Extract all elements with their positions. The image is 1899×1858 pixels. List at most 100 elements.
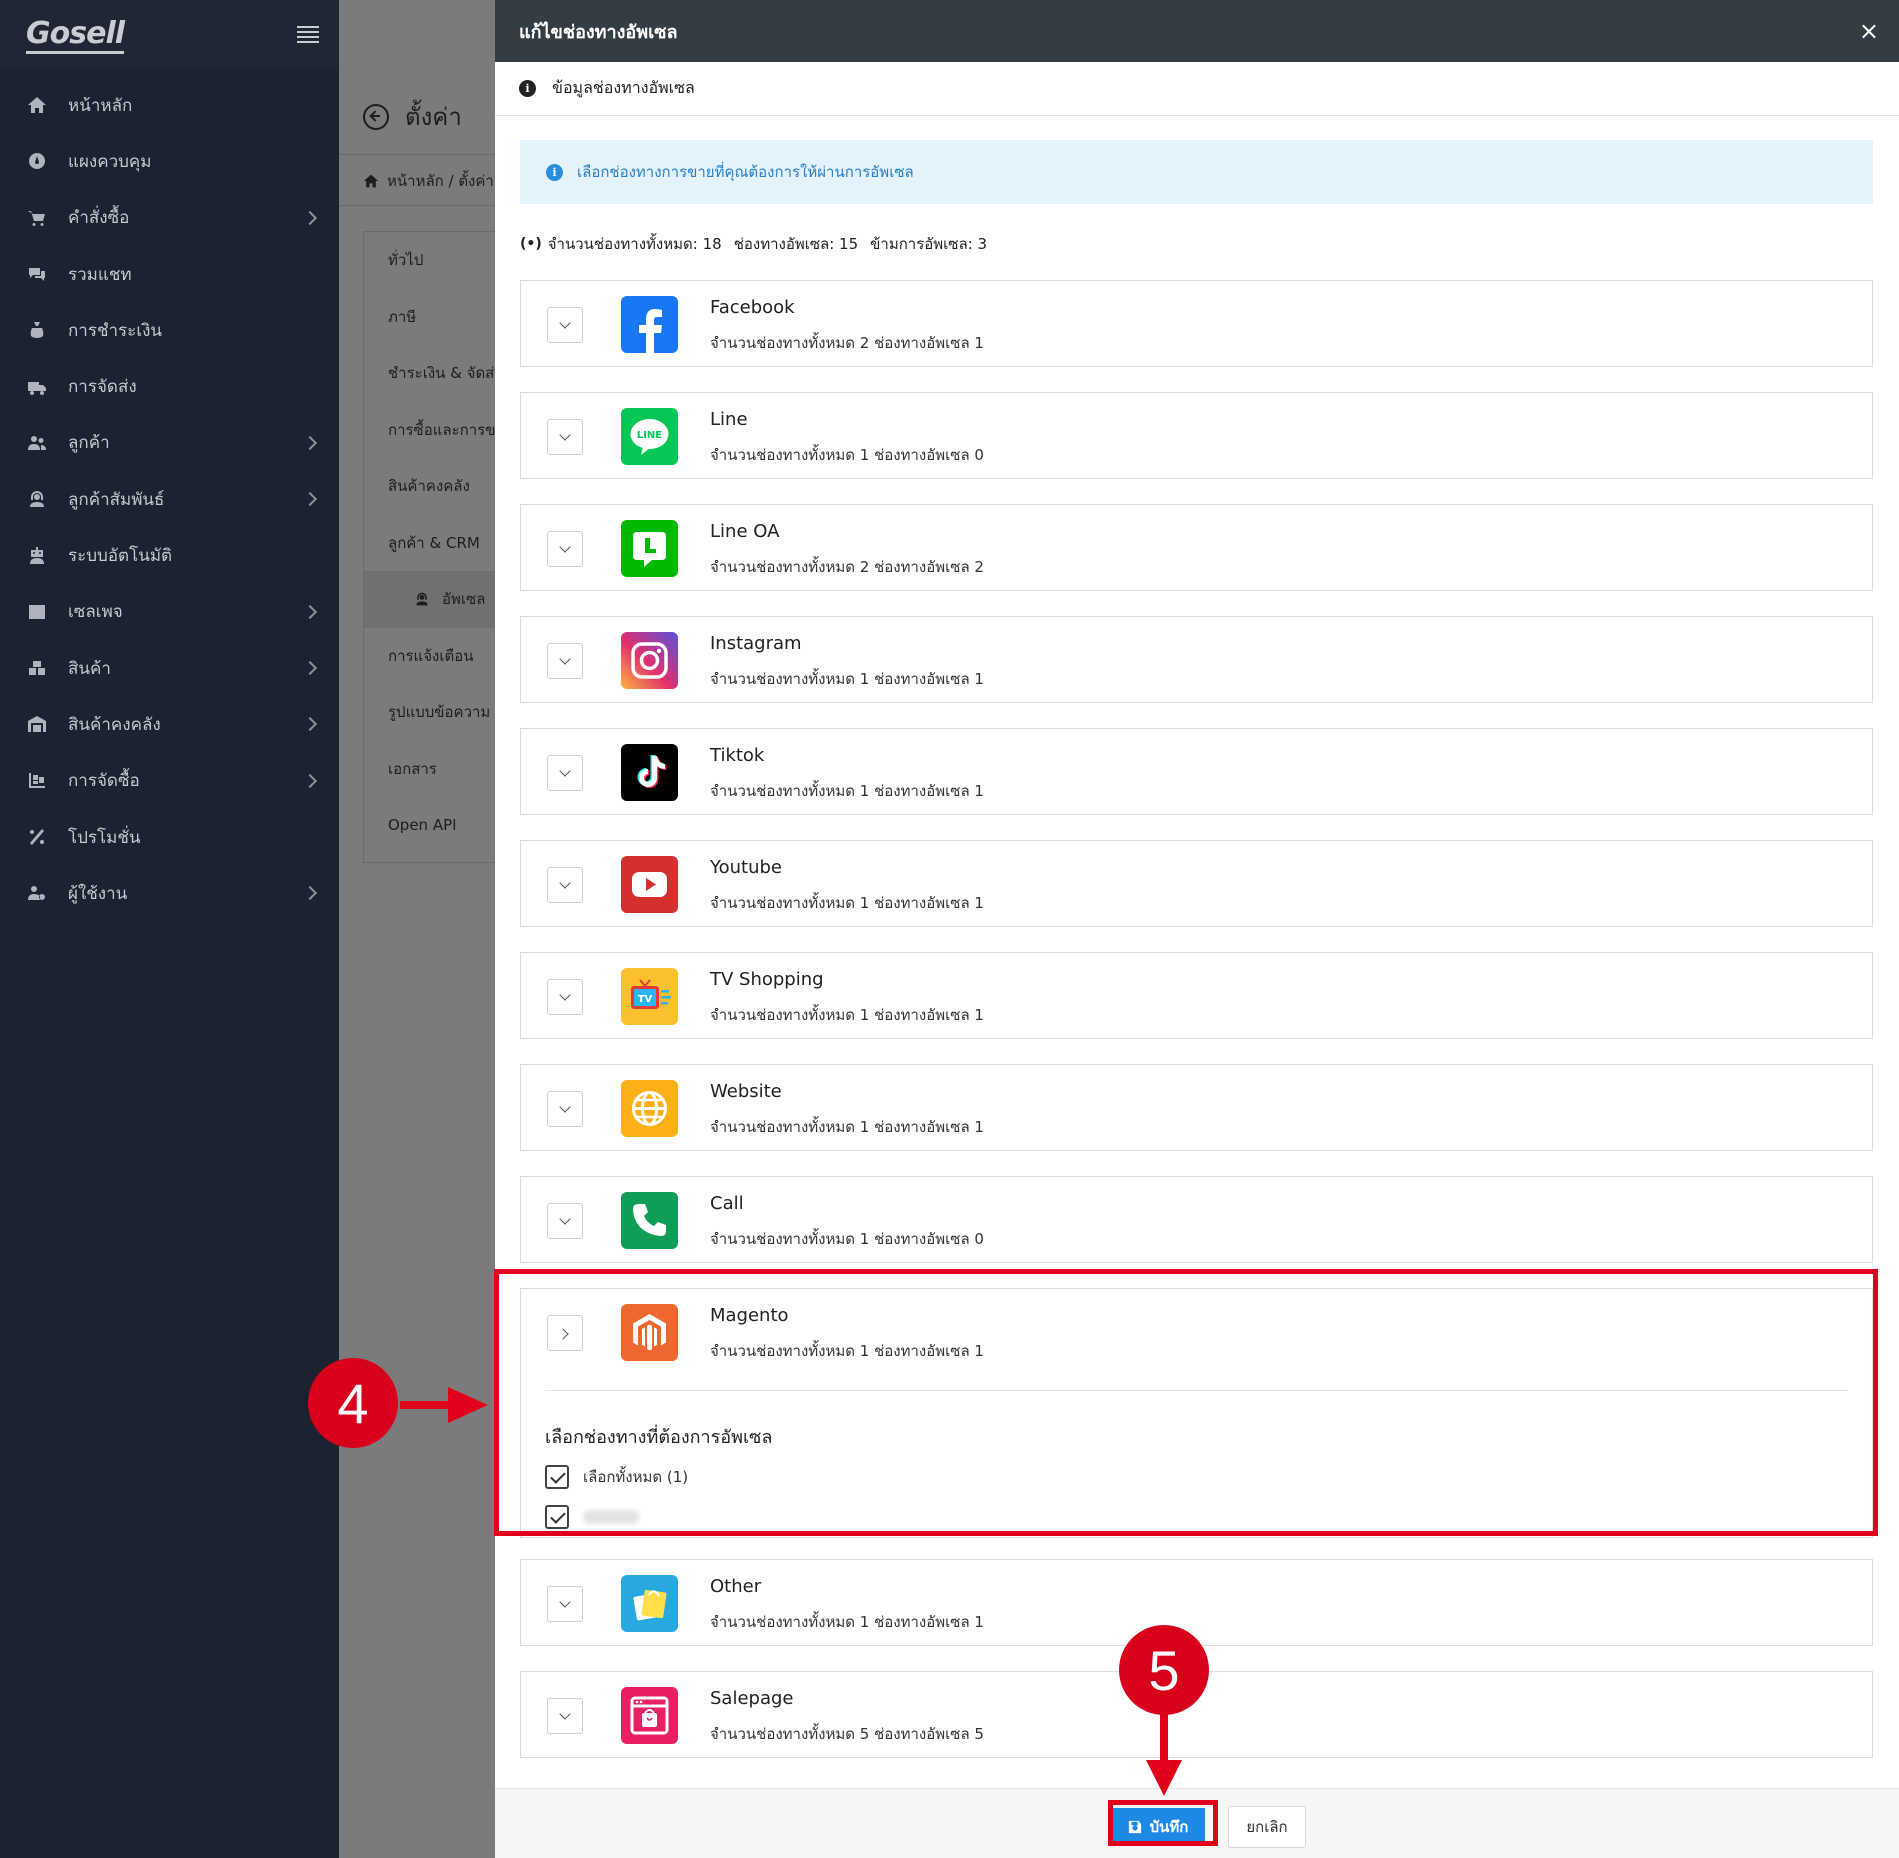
sidebar-item-4[interactable]: การชำระเงิน [0, 302, 339, 358]
channel-card: Youtube จำนวนช่องทางทั้งหมด 1 ช่องทางอัพเ… [520, 840, 1873, 927]
chevron-down-icon[interactable] [547, 755, 583, 791]
floppy-disk-icon [1128, 1820, 1141, 1834]
facebook-icon [621, 296, 678, 353]
home-icon [26, 94, 48, 116]
settings-header: ตั้งค่า [363, 97, 462, 136]
other-shop-icon [621, 1575, 678, 1632]
sidebar-item-9[interactable]: เซลเพจ [0, 584, 339, 640]
sidebar-item-label: แผงควบคุม [68, 151, 152, 172]
settings-item-10[interactable]: Open API [364, 797, 503, 854]
sidebar-item-12[interactable]: การจัดซื้อ [0, 753, 339, 809]
settings-item-6[interactable]: อัพเซล [364, 571, 503, 628]
modal-title: แก้ไขช่องทางอัพเซล [519, 21, 678, 43]
chevron-down-icon[interactable] [547, 979, 583, 1015]
channel-name: Tiktok [710, 745, 765, 766]
channel-count: จำนวนช่องทางทั้งหมด 1 ช่องทางอัพเซล 1 [710, 670, 984, 688]
settings-item-5[interactable]: ลูกค้า & CRM [364, 515, 503, 572]
svg-text:TV: TV [638, 994, 653, 1005]
sidebar-item-8[interactable]: ระบบอัตโนมัติ [0, 527, 339, 583]
settings-item-0[interactable]: ทั่วไป [364, 232, 503, 289]
channel-card: LINE Line จำนวนช่องทางทั้งหมด 1 ช่องทางอัพ… [520, 392, 1873, 479]
channel-card: Tiktok จำนวนช่องทางทั้งหมด 1 ช่องทางอัพเซ… [520, 728, 1873, 815]
chevron-down-icon[interactable] [547, 643, 583, 679]
channel-card: Call จำนวนช่องทางทั้งหมด 1 ช่องทางอัพเซล … [520, 1176, 1873, 1263]
robot-icon [26, 545, 48, 567]
chat-icon [26, 263, 48, 285]
percent-icon [26, 826, 48, 848]
sidebar-item-10[interactable]: สินค้า [0, 640, 339, 696]
chevron-down-icon[interactable] [547, 1203, 583, 1239]
chevron-right-icon[interactable] [547, 1315, 583, 1351]
back-arrow-icon[interactable] [363, 103, 389, 130]
close-icon[interactable]: × [1859, 19, 1879, 43]
sidebar-item-label: รวมแชท [68, 264, 132, 285]
line-oa-icon [621, 520, 678, 577]
sidebar-item-1[interactable]: แผงควบคุม [0, 133, 339, 189]
settings-menu: ทั่วไป ภาษี ชำระเงิน & จัดส่ง การซื้อและการ… [363, 231, 503, 863]
sidebar-item-2[interactable]: คำสั่งซื้อ [0, 190, 339, 246]
settings-item-2[interactable]: ชำระเงิน & จัดส่ง [364, 345, 503, 402]
chevron-down-icon[interactable] [547, 531, 583, 567]
settings-title: ตั้งค่า [405, 103, 462, 131]
sidebar-item-14[interactable]: ผู้ใช้งาน [0, 865, 339, 921]
save-button[interactable]: บันทึก [1111, 1808, 1205, 1846]
sidebar-item-label: สินค้าคงคลัง [68, 714, 161, 735]
page-icon [26, 601, 48, 623]
channel-name: Magento [710, 1305, 789, 1326]
channel-name: Line [710, 409, 748, 430]
settings-item-9[interactable]: เอกสาร [364, 741, 503, 798]
channel-card: Magento จำนวนช่องทางทั้งหมด 1 ช่องทางอัพเ… [520, 1288, 1873, 1538]
modal-footer: บันทึก ยกเลิก [495, 1788, 1899, 1858]
sidebar-item-label: การจัดส่ง [68, 377, 137, 398]
hamburger-menu-icon[interactable] [297, 25, 319, 44]
cart-icon [26, 207, 48, 229]
purchase-icon [26, 770, 48, 792]
boxes-icon [26, 657, 48, 679]
settings-item-8[interactable]: รูปแบบข้อความ [364, 684, 503, 741]
salepage-icon [621, 1687, 678, 1744]
settings-item-3[interactable]: การซื้อและการขาย [364, 402, 503, 459]
chevron-down-icon[interactable] [547, 1698, 583, 1734]
money-bag-icon [26, 319, 48, 341]
sidebar-item-label: ผู้ใช้งาน [68, 883, 128, 904]
sidebar-item-0[interactable]: หน้าหลัก [0, 77, 339, 133]
settings-item-7[interactable]: การแจ้งเตือน [364, 628, 503, 685]
cancel-button[interactable]: ยกเลิก [1228, 1806, 1306, 1848]
dashboard-icon [26, 150, 48, 172]
chevron-right-icon [302, 435, 318, 450]
home-icon [363, 174, 379, 188]
chevron-down-icon[interactable] [547, 307, 583, 343]
select-all-checkbox[interactable] [545, 1465, 569, 1489]
sidebar-item-3[interactable]: รวมแชท [0, 246, 339, 302]
settings-item-1[interactable]: ภาษี [364, 289, 503, 346]
info-alert: i เลือกช่องทางการขายที่คุณต้องการให้ผ่าน… [520, 140, 1873, 204]
gosell-logo[interactable]: Gosell [26, 16, 125, 54]
svg-text:LINE: LINE [637, 430, 662, 441]
modal-header: แก้ไขช่องทางอัพเซล × [495, 0, 1899, 62]
sidebar-item-11[interactable]: สินค้าคงคลัง [0, 696, 339, 752]
blurred-store-name [583, 1510, 639, 1524]
channel-name: TV Shopping [710, 969, 824, 990]
breadcrumb: หน้าหลัก / ตั้งค่า [363, 169, 494, 193]
settings-panel: ตั้งค่า หน้าหลัก / ตั้งค่า ทั่วไป ภาษี ชำร… [339, 69, 503, 1858]
users-cog-icon [26, 882, 48, 904]
chevron-down-icon[interactable] [547, 1586, 583, 1622]
headset-icon [416, 592, 428, 606]
magento-icon [621, 1304, 678, 1361]
channel-count: จำนวนช่องทางทั้งหมด 5 ช่องทางอัพเซล 5 [710, 1725, 984, 1743]
chevron-down-icon[interactable] [547, 419, 583, 455]
channel-count: จำนวนช่องทางทั้งหมด 2 ช่องทางอัพเซล 2 [710, 558, 984, 576]
settings-item-4[interactable]: สินค้าคงคลัง [364, 458, 503, 515]
sidebar-item-5[interactable]: การจัดส่ง [0, 358, 339, 414]
channel-count: จำนวนช่องทางทั้งหมด 1 ช่องทางอัพเซล 1 [710, 1118, 984, 1136]
sidebar-item-7[interactable]: ลูกค้าสัมพันธ์ [0, 471, 339, 527]
step-5-arrow-icon [1146, 1714, 1182, 1796]
sidebar-item-label: การชำระเงิน [68, 320, 163, 341]
channel-count: จำนวนช่องทางทั้งหมด 1 ช่องทางอัพเซล 1 [710, 782, 984, 800]
chevron-down-icon[interactable] [547, 1091, 583, 1127]
chevron-down-icon[interactable] [547, 867, 583, 903]
truck-icon [26, 376, 48, 398]
store-checkbox[interactable] [545, 1505, 569, 1529]
sidebar-item-13[interactable]: โปรโมชั่น [0, 809, 339, 865]
sidebar-item-6[interactable]: ลูกค้า [0, 415, 339, 471]
